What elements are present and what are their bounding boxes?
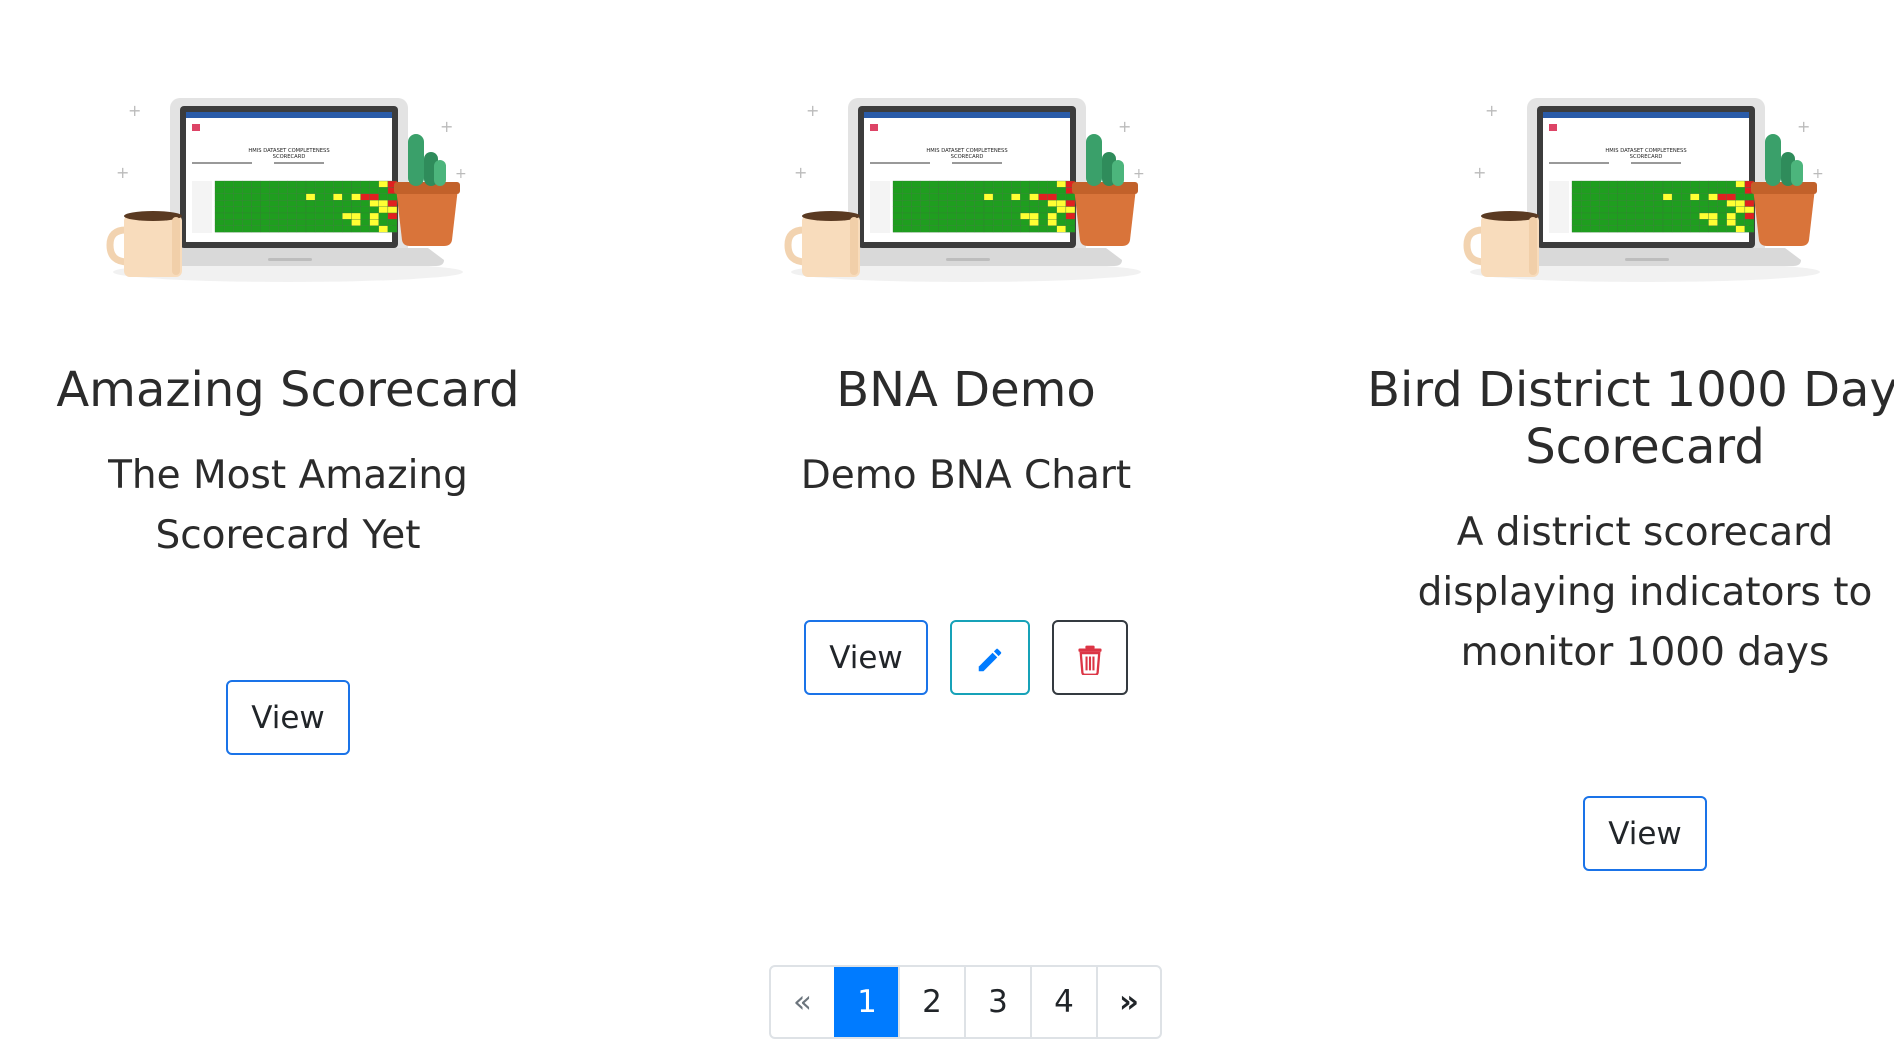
svg-text:+: + (1797, 117, 1810, 136)
edit-button[interactable] (950, 620, 1030, 695)
delete-button[interactable] (1052, 620, 1128, 695)
pagination-page-4[interactable]: 4 (1030, 967, 1096, 1037)
scorecard-illustration: + + + + HMIS DATASET COMPLETENESS SCOREC… (0, 40, 628, 325)
svg-text:+: + (806, 101, 819, 120)
card-title: Bird District 1000 Days Scorecard (1367, 362, 1894, 475)
card-title: BNA Demo (836, 362, 1096, 418)
card-actions: View (626, 620, 1306, 695)
pagination-prev[interactable]: « (771, 967, 834, 1037)
pagination-page-1[interactable]: 1 (834, 967, 898, 1037)
svg-text:+: + (455, 166, 467, 182)
svg-text:+: + (1118, 117, 1131, 136)
scorecard-list: + + + + HMIS DATASET COMPLETENESS SCOREC… (0, 0, 1894, 900)
card-actions: View (0, 680, 628, 755)
card-description: Demo BNA Chart (800, 453, 1132, 498)
scorecard-illustration: + + + + HMIS DATASET COMPLETENESS SCOREC… (1305, 40, 1894, 325)
scorecard-card: + + + + HMIS DATASET COMPLETENESS SCOREC… (626, 0, 1306, 900)
pagination: « 1 2 3 4 » (769, 965, 1162, 1039)
svg-text:SCORECARD: SCORECARD (1630, 154, 1663, 160)
scorecard-card: + + + + HMIS DATASET COMPLETENESS SCOREC… (1305, 0, 1894, 900)
svg-text:+: + (116, 163, 129, 182)
svg-text:+: + (1473, 163, 1486, 182)
pencil-icon (978, 648, 1002, 671)
card-actions: View (1305, 796, 1894, 871)
card-description: The Most Amazing Scorecard Yet (108, 453, 468, 558)
svg-text:+: + (440, 117, 453, 136)
pagination-page-3[interactable]: 3 (964, 967, 1030, 1037)
trash-icon (1078, 645, 1102, 676)
svg-text:+: + (128, 101, 141, 120)
svg-text:SCORECARD: SCORECARD (951, 154, 984, 160)
pagination-next[interactable]: » (1096, 967, 1160, 1037)
pagination-page-2[interactable]: 2 (898, 967, 964, 1037)
card-description: A district scorecard displaying indicato… (1417, 510, 1873, 675)
svg-text:+: + (1812, 166, 1824, 182)
scorecard-card: + + + + HMIS DATASET COMPLETENESS SCOREC… (0, 0, 628, 900)
svg-text:+: + (1133, 166, 1145, 182)
view-button[interactable]: View (226, 680, 350, 755)
svg-text:SCORECARD: SCORECARD (273, 154, 306, 160)
svg-text:+: + (1485, 101, 1498, 120)
view-button[interactable]: View (1583, 796, 1707, 871)
scorecard-illustration: + + + + HMIS DATASET COMPLETENESS SCOREC… (626, 40, 1306, 325)
card-title: Amazing Scorecard (56, 362, 520, 418)
view-button[interactable]: View (804, 620, 928, 695)
svg-text:+: + (794, 163, 807, 182)
